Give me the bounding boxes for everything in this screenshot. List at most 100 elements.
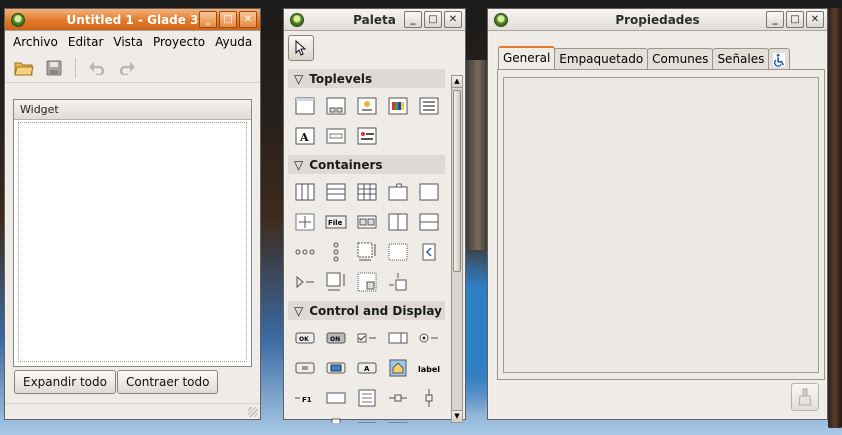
- undo-icon[interactable]: [86, 57, 108, 79]
- layout-icon[interactable]: [351, 269, 382, 295]
- tab-senales[interactable]: Señales: [712, 48, 770, 70]
- vpaned-icon[interactable]: [413, 209, 444, 235]
- background-station-panel: [828, 8, 842, 428]
- window-widget-icon[interactable]: [289, 93, 320, 119]
- frame-icon[interactable]: [413, 179, 444, 205]
- progress-bar-icon[interactable]: [413, 415, 444, 423]
- color-selection-dialog-icon[interactable]: [382, 93, 413, 119]
- hscale-icon[interactable]: [382, 385, 413, 411]
- tab-empaquetado[interactable]: Empaquetado: [554, 48, 649, 70]
- viewport-icon[interactable]: [382, 239, 413, 265]
- about-dialog-icon[interactable]: [351, 93, 382, 119]
- properties-titlebar[interactable]: Propiedades _ □ ✕: [488, 9, 827, 31]
- expander-icon[interactable]: [289, 269, 320, 295]
- vscrollbar-icon[interactable]: [320, 415, 351, 423]
- text-view-icon[interactable]: [351, 385, 382, 411]
- input-dialog-icon[interactable]: [320, 123, 351, 149]
- notebook-icon[interactable]: [382, 179, 413, 205]
- combo-box-icon[interactable]: [351, 415, 382, 423]
- alignment-icon[interactable]: [320, 269, 351, 295]
- accessibility-icon: [773, 52, 786, 67]
- palette-group-containers[interactable]: ▽ Containers: [288, 155, 445, 174]
- toolbar-container-icon[interactable]: [289, 239, 320, 265]
- minimize-button[interactable]: _: [199, 11, 217, 28]
- file-chooser-button-icon[interactable]: File: [320, 209, 351, 235]
- close-button[interactable]: ✕: [806, 11, 824, 28]
- on-glyph: ON: [330, 336, 340, 343]
- vscale-icon[interactable]: [413, 385, 444, 411]
- event-box-icon[interactable]: [413, 239, 444, 265]
- pointer-selector-button[interactable]: [288, 35, 314, 61]
- aspect-frame-icon[interactable]: [382, 269, 413, 295]
- close-button[interactable]: ✕: [239, 11, 257, 28]
- properties-editor-area[interactable]: [503, 77, 819, 373]
- combo-entry-icon[interactable]: [382, 415, 413, 423]
- entry-widget-icon[interactable]: [320, 385, 351, 411]
- palette-group-toplevels[interactable]: ▽ Toplevels: [288, 69, 445, 88]
- maximize-button[interactable]: □: [424, 11, 442, 28]
- tab-accessibility[interactable]: [768, 48, 791, 70]
- minimize-button[interactable]: _: [766, 11, 784, 28]
- main-titlebar[interactable]: Untitled 1 - Glade 3 _ □ ✕: [5, 9, 260, 31]
- scrolled-window-icon[interactable]: [351, 239, 382, 265]
- dialog-widget-icon[interactable]: [320, 93, 351, 119]
- font-a-glyph: A: [299, 131, 309, 144]
- open-folder-icon[interactable]: [13, 57, 35, 79]
- toolbar-vertical-icon[interactable]: [320, 239, 351, 265]
- menu-archivo[interactable]: Archivo: [13, 35, 58, 49]
- check-button-icon[interactable]: [351, 325, 382, 351]
- menu-ayuda[interactable]: Ayuda: [215, 35, 252, 49]
- resize-grip[interactable]: [248, 407, 258, 417]
- hpaned-icon[interactable]: [382, 209, 413, 235]
- collapse-all-button[interactable]: Contraer todo: [117, 370, 219, 394]
- button-widget-icon[interactable]: OK: [289, 325, 320, 351]
- maximize-button[interactable]: □: [219, 11, 237, 28]
- tab-general[interactable]: General: [498, 46, 556, 70]
- message-dialog-icon[interactable]: [351, 123, 382, 149]
- f1-glyph: F1: [302, 396, 312, 404]
- color-button-icon[interactable]: [320, 355, 351, 381]
- fixed-icon[interactable]: [289, 209, 320, 235]
- brush-icon: [798, 388, 812, 406]
- palette-list: ▽ Toplevels A ▽ Containers File ▽ Contro…: [288, 69, 445, 423]
- radio-button-icon[interactable]: [413, 325, 444, 351]
- palette-titlebar[interactable]: Paleta _ □ ✕: [284, 9, 465, 31]
- clear-brush-button[interactable]: [791, 383, 819, 411]
- palette-scrollbar[interactable]: ▲ ▼: [451, 75, 463, 423]
- font-selection-dialog-icon[interactable]: A: [289, 123, 320, 149]
- toplevels-grid: A: [288, 90, 445, 155]
- expand-all-button[interactable]: Expandir todo: [14, 370, 116, 394]
- hbox-icon[interactable]: [289, 179, 320, 205]
- scroll-down-icon[interactable]: ▼: [452, 410, 462, 422]
- toggle-button-icon[interactable]: ON: [320, 325, 351, 351]
- palette-group-control-display[interactable]: ▽ Control and Display: [288, 301, 445, 320]
- vbox-icon[interactable]: [320, 179, 351, 205]
- expander-down-icon: ▽: [294, 71, 304, 86]
- table-icon[interactable]: [351, 179, 382, 205]
- label-glyph: label: [418, 365, 440, 374]
- close-button[interactable]: ✕: [444, 11, 462, 28]
- link-button-icon[interactable]: [382, 355, 413, 381]
- save-icon[interactable]: [43, 57, 65, 79]
- button-box-icon[interactable]: [351, 209, 382, 235]
- redo-icon[interactable]: [116, 57, 138, 79]
- menu-editar[interactable]: Editar: [68, 35, 104, 49]
- widget-column-header[interactable]: Widget: [14, 100, 251, 120]
- group-label: Control and Display: [309, 303, 442, 318]
- hscrollbar-icon[interactable]: [289, 415, 320, 423]
- tab-comunes[interactable]: Comunes: [647, 48, 714, 70]
- spin-button-icon[interactable]: [382, 325, 413, 351]
- file-chooser-dialog-icon[interactable]: [413, 93, 444, 119]
- scroll-thumb[interactable]: [453, 90, 461, 272]
- scroll-up-icon[interactable]: ▲: [452, 76, 462, 88]
- label-widget-icon[interactable]: label: [413, 355, 444, 381]
- menu-proyecto[interactable]: Proyecto: [153, 35, 205, 49]
- accel-label-icon[interactable]: F1: [289, 385, 320, 411]
- file-button-icon[interactable]: [289, 355, 320, 381]
- widget-tree[interactable]: Widget: [13, 99, 252, 367]
- minimize-button[interactable]: _: [404, 11, 422, 28]
- font-button-icon[interactable]: A: [351, 355, 382, 381]
- menu-vista[interactable]: Vista: [113, 35, 143, 49]
- widget-tree-body[interactable]: [18, 122, 247, 362]
- maximize-button[interactable]: □: [786, 11, 804, 28]
